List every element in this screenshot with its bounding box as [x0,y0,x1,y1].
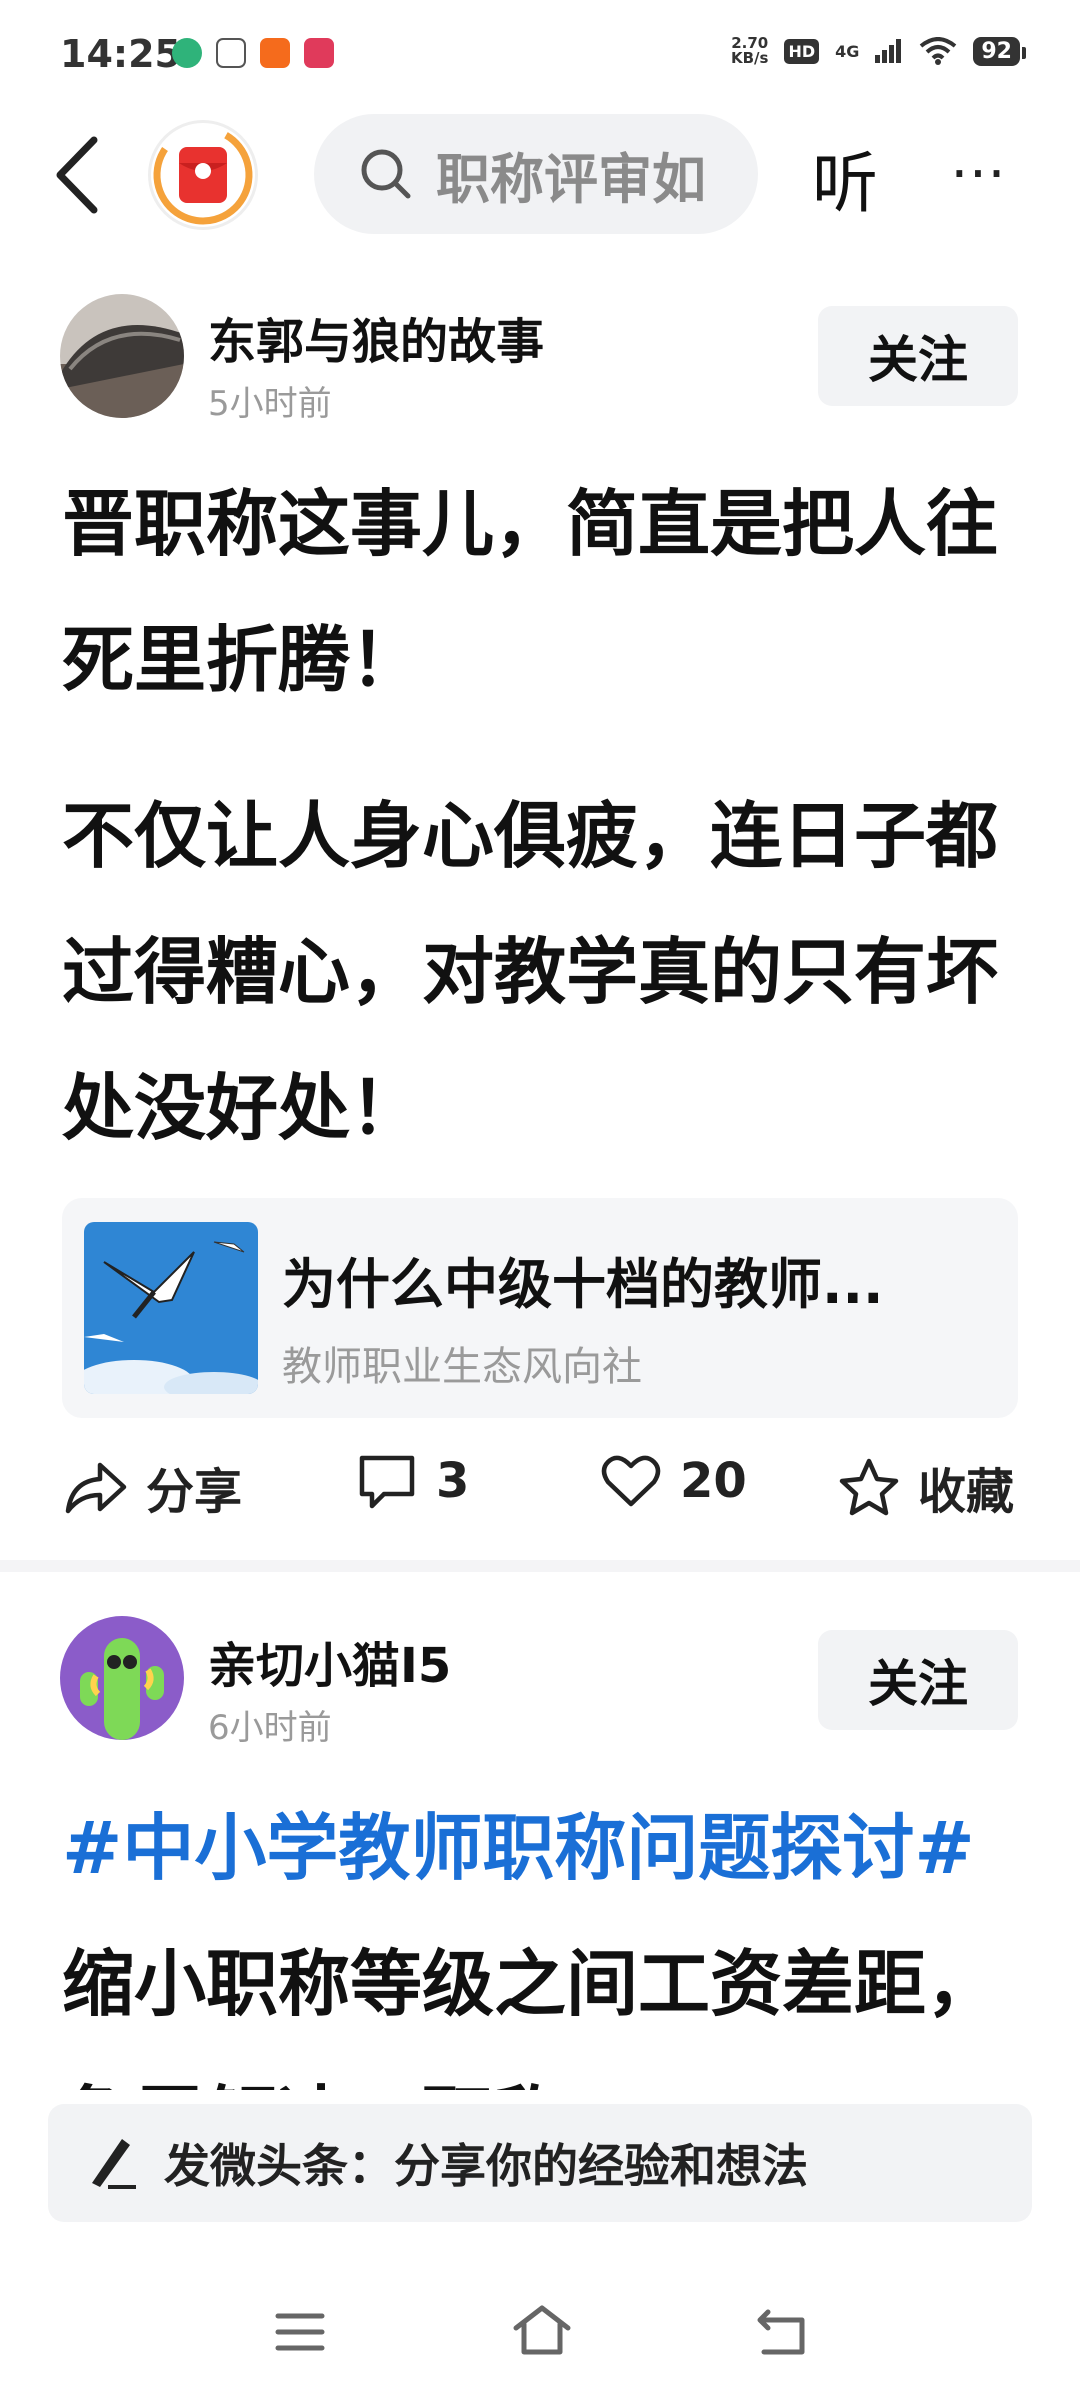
signal-icon [875,39,902,63]
post-divider [0,1560,1080,1572]
post-time: 5小时前 [208,384,332,424]
comment-button[interactable]: 3 [356,1452,469,1510]
post-text-viewport: #中小学教师职称问题探讨# 缩小职称等级之间工资差距，急需解决；职称 [0,1780,1080,2090]
comment-count: 3 [436,1453,470,1509]
home-icon[interactable] [510,2302,574,2358]
system-nav-bar [0,2280,1080,2400]
back-nav-icon[interactable] [754,2306,810,2358]
net-speed-unit: KB/s [730,49,769,67]
heart-icon [601,1455,661,1507]
like-button[interactable]: 20 [600,1452,747,1510]
red-packet-icon [153,125,253,225]
app-icon-orange [260,38,290,68]
avatar-photo [60,294,184,418]
vpn-app-icon [172,38,202,68]
status-right: 2.70 KB/s HD 4G 92 [731,36,1026,66]
app-icon-red [304,38,334,68]
card-source: 教师职业生态风向社 [282,1344,642,1390]
share-label: 分享 [146,1464,243,1520]
compose-placeholder: 发微头条：分享你的经验和想法 [164,2139,808,2193]
like-count: 20 [680,1453,747,1509]
battery-indicator: 92 [973,36,1026,66]
menu-icon[interactable] [274,2310,326,2354]
search-icon [361,149,411,199]
search-placeholder: 职称评审如 [436,147,706,211]
back-arrow-icon[interactable] [50,130,110,220]
username[interactable]: 东郭与狼的故事 [208,302,544,372]
card-thumbnail [84,1222,258,1394]
pen-icon [92,2139,136,2189]
more-menu-button[interactable]: ⋯ [950,140,1010,205]
seagull-image [84,1222,258,1394]
avatar[interactable] [60,1616,184,1740]
hd-badge: HD [784,38,820,64]
post-paragraph[interactable]: 不仅让人身心俱疲，连日子都过得糟心，对教学真的只有坏处没好处！ [62,768,1022,1176]
comment-icon [359,1455,415,1509]
wifi-icon [920,37,957,65]
star-icon [839,1458,899,1516]
link-card[interactable]: 为什么中级十档的教师... 教师职业生态风向社 [62,1198,1018,1418]
share-icon [65,1462,127,1514]
compose-bar[interactable]: 发微头条：分享你的经验和想法 [48,2104,1032,2222]
network-type: 4G [835,41,860,61]
post-body: 缩小职称等级之间工资差距，急需解决；职称 [62,1942,999,2090]
favorite-label: 收藏 [918,1464,1015,1520]
notification-icons [172,38,334,68]
post-time: 6小时前 [208,1708,332,1748]
post-paragraph[interactable]: 晋职称这事儿，简直是把人往死里折腾！ [62,456,1022,728]
search-bar[interactable]: 职称评审如 [314,114,758,234]
card-title: 为什么中级十档的教师... [282,1253,884,1316]
net-speed: 2.70 KB/s [731,36,768,66]
share-button[interactable]: 分享 [62,1452,242,1522]
follow-button[interactable]: 关注 [818,306,1018,406]
follow-button[interactable]: 关注 [818,1630,1018,1730]
listen-button[interactable]: 听 [812,130,878,226]
channel-logo[interactable] [148,120,258,230]
username[interactable]: 亲切小猫I5 [208,1626,451,1696]
status-time: 14:25 [60,32,181,76]
hashtag-link[interactable]: #中小学教师职称问题探讨# [62,1806,975,1890]
post-paragraph[interactable]: #中小学教师职称问题探讨# 缩小职称等级之间工资差距，急需解决；职称 [62,1780,1022,2090]
avatar[interactable] [60,294,184,418]
cactus-avatar-icon [60,1616,184,1740]
favorite-button[interactable]: 收藏 [838,1452,1014,1522]
toutiao-app-icon [216,38,246,68]
